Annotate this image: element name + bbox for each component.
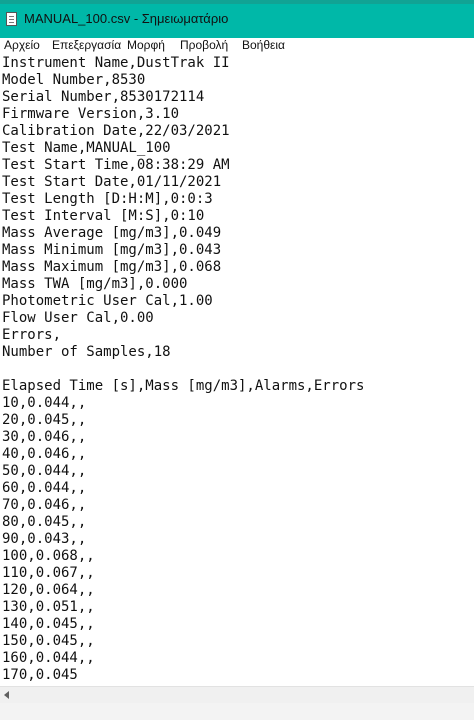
text-line: 30,0.046,, [2,429,87,445]
text-line: 50,0.044,, [2,463,87,479]
text-line: Errors, [2,327,62,343]
menu-format[interactable]: Μορφή [127,38,165,53]
text-line: 80,0.045,, [2,514,87,530]
text-line: 170,0.045 [2,667,78,683]
text-line: 140,0.045,, [2,616,95,632]
text-line: 90,0.043,, [2,531,87,547]
text-line: 100,0.068,, [2,548,95,564]
text-line: 60,0.044,, [2,480,87,496]
text-line: Firmware Version,3.10 [2,106,180,122]
menu-view[interactable]: Προβολή [180,38,228,53]
text-line: 40,0.046,, [2,446,87,462]
notepad-document-icon [6,12,17,26]
title-bar[interactable]: MANUAL_100.csv - Σημειωματάριο [0,0,474,38]
menu-bar: Αρχείο Επεξεργασία Μορφή Προβολή Βοήθεια [0,38,474,53]
text-line: 110,0.067,, [2,565,95,581]
horizontal-scrollbar[interactable] [0,686,474,703]
text-line: Number of Samples,18 [2,344,171,360]
text-line: Test Name,MANUAL_100 [2,140,171,156]
text-line: Calibration Date,22/03/2021 [2,123,230,139]
text-line: Test Interval [M:S],0:10 [2,208,205,224]
text-line: Mass Minimum [mg/m3],0.043 [2,242,222,258]
title-bar-top-strip [0,0,474,4]
menu-file[interactable]: Αρχείο [4,38,40,53]
text-line: Test Start Time,08:38:29 AM [2,157,230,173]
text-line: 120,0.064,, [2,582,95,598]
text-line: 160,0.044,, [2,650,95,666]
text-line: Mass Average [mg/m3],0.049 [2,225,222,241]
text-line: 150,0.045,, [2,633,95,649]
menu-edit[interactable]: Επεξεργασία [52,38,121,53]
text-line: Test Start Date,01/11/2021 [2,174,222,190]
status-bar [0,703,474,720]
text-line: Test Length [D:H:M],0:0:3 [2,191,213,207]
text-line: 10,0.044,, [2,395,87,411]
text-line: Serial Number,8530172114 [2,89,205,105]
text-line: Elapsed Time [s],Mass [mg/m3],Alarms,Err… [2,378,365,394]
scroll-left-arrow-icon[interactable] [4,691,9,699]
menu-help[interactable]: Βοήθεια [242,38,285,53]
text-line: Mass TWA [mg/m3],0.000 [2,276,188,292]
text-line: 70,0.046,, [2,497,87,513]
text-line: Instrument Name,DustTrak II [2,55,230,71]
text-line: Mass Maximum [mg/m3],0.068 [2,259,222,275]
text-line: Photometric User Cal,1.00 [2,293,213,309]
text-line: 20,0.045,, [2,412,87,428]
notepad-window: MANUAL_100.csv - Σημειωματάριο Αρχείο Επ… [0,0,474,720]
text-line: Flow User Cal,0.00 [2,310,154,326]
text-line: Model Number,8530 [2,72,146,88]
window-title: MANUAL_100.csv - Σημειωματάριο [24,11,229,26]
text-editor-area[interactable]: Instrument Name,DustTrak II Model Number,… [0,54,474,686]
text-line: 130,0.051,, [2,599,95,615]
